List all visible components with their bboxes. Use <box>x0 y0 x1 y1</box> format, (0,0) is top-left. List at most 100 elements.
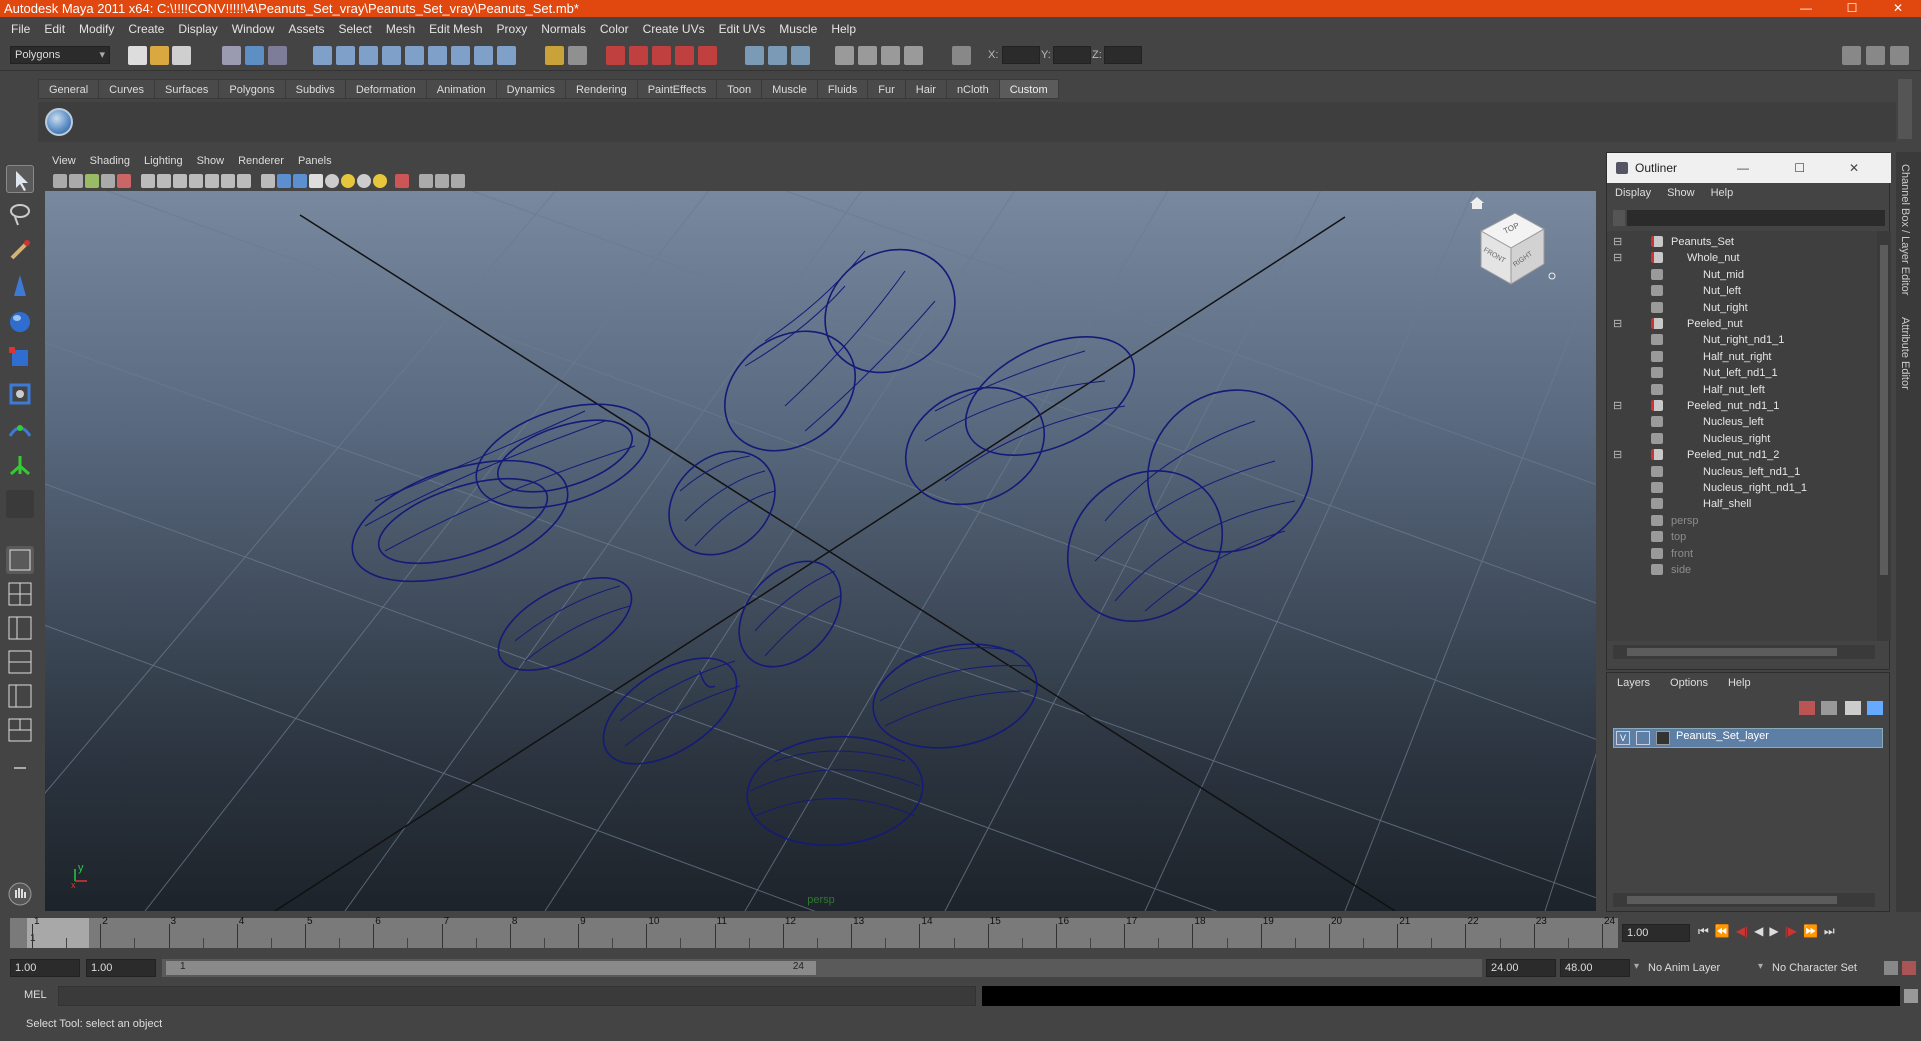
shelf-tab-general[interactable]: General <box>38 79 100 99</box>
menu-proxy[interactable]: Proxy <box>490 22 535 36</box>
viewport-menu-lighting[interactable]: Lighting <box>137 155 190 167</box>
outliner-minimize-button[interactable]: — <box>1737 153 1749 183</box>
outliner-item[interactable]: Nucleus_right <box>1703 430 1770 448</box>
scale-tool-icon[interactable] <box>6 344 34 372</box>
outliner-horizontal-scrollbar[interactable] <box>1613 645 1875 659</box>
outliner-item[interactable]: Nucleus_left <box>1703 413 1764 431</box>
command-input[interactable] <box>58 986 976 1006</box>
expand-collapse-icon[interactable]: ⊟ <box>1613 397 1622 415</box>
camera-attr-icon[interactable] <box>69 174 83 188</box>
peanut-whole-right-mid[interactable] <box>887 313 1153 527</box>
menu-normals[interactable]: Normals <box>534 22 593 36</box>
default-lighting-icon[interactable] <box>325 174 339 188</box>
layer-menu-help[interactable]: Help <box>1718 677 1761 689</box>
snap-mesh-icon[interactable] <box>451 46 470 65</box>
menu-modify[interactable]: Modify <box>72 22 121 36</box>
anim-start-input[interactable] <box>86 959 156 977</box>
anim-layer-dropdown-icon[interactable]: ▾ <box>1634 961 1639 972</box>
outliner-menu-display[interactable]: Display <box>1607 187 1659 199</box>
viewport-menu-view[interactable]: View <box>45 155 83 167</box>
outliner-item[interactable]: top <box>1671 528 1686 546</box>
layer-menu-layers[interactable]: Layers <box>1607 677 1660 689</box>
peanut-shell-half-left[interactable] <box>337 384 662 605</box>
textured-icon[interactable] <box>309 174 323 188</box>
outliner-item[interactable]: Peanuts_Set <box>1671 233 1734 251</box>
shelf-tab-hair[interactable]: Hair <box>904 79 947 99</box>
select-tool-icon[interactable] <box>6 165 34 193</box>
checkmark-shelf-icon[interactable] <box>45 108 73 136</box>
hand-icon[interactable] <box>6 880 34 908</box>
outliner-item[interactable]: Nut_mid <box>1703 266 1744 284</box>
shelf-tab-polygons[interactable]: Polygons <box>218 79 286 99</box>
viewcube[interactable]: TOP FRONT RIGHT <box>1470 197 1556 285</box>
outliner-item[interactable]: Whole_nut <box>1687 249 1740 267</box>
layer-visibility-toggle[interactable]: V <box>1616 731 1630 745</box>
select-object-icon[interactable] <box>245 46 264 65</box>
all-lights-icon[interactable] <box>341 174 355 188</box>
x-field[interactable] <box>1002 46 1040 64</box>
wireframe-on-shaded-icon[interactable] <box>293 174 307 188</box>
shelf-tab-fluids[interactable]: Fluids <box>816 79 869 99</box>
render-settings-icon[interactable] <box>652 46 671 65</box>
expand-collapse-icon[interactable]: ⊟ <box>1613 249 1622 267</box>
toggle-tool-settings-icon[interactable] <box>1890 46 1909 65</box>
ipr-render-icon[interactable] <box>629 46 648 65</box>
hud-icon[interactable] <box>858 46 877 65</box>
outliner-layout-icon[interactable] <box>6 682 34 710</box>
anim-prefs-icon[interactable] <box>1902 961 1916 975</box>
lock-icon[interactable] <box>545 46 564 65</box>
peanut-nucleus-center[interactable] <box>648 430 796 576</box>
outliner-item[interactable]: Nut_left_nd1_1 <box>1703 364 1778 382</box>
film-gate-icon[interactable] <box>157 174 171 188</box>
help-icon[interactable] <box>497 46 516 65</box>
menu-muscle[interactable]: Muscle <box>772 22 824 36</box>
outliner-item[interactable]: Half_nut_left <box>1703 381 1765 399</box>
snap-view-icon[interactable] <box>428 46 447 65</box>
menu-edit-uvs[interactable]: Edit UVs <box>712 22 773 36</box>
go-to-end-icon[interactable]: ⏭ <box>1824 924 1835 942</box>
outliner-item[interactable]: Peeled_nut_nd1_1 <box>1687 397 1779 415</box>
outliner-item[interactable]: Nut_left <box>1703 282 1741 300</box>
outliner-search-input[interactable] <box>1627 210 1885 226</box>
outliner-filter-icon[interactable] <box>1613 210 1625 226</box>
stacked-layout-icon[interactable] <box>6 648 34 676</box>
mode-select[interactable]: Polygons ▾ <box>10 46 110 64</box>
auto-key-icon[interactable] <box>1884 961 1898 975</box>
move-up-layer-icon[interactable] <box>1845 701 1861 715</box>
viewport-menu-shading[interactable]: Shading <box>83 155 137 167</box>
outliner-item[interactable]: Half_nut_right <box>1703 348 1772 366</box>
shelf-tab-custom[interactable]: Custom <box>998 79 1059 99</box>
hypershade-icon[interactable] <box>675 46 694 65</box>
shelf-tab-deformation[interactable]: Deformation <box>344 79 427 99</box>
snap-point-icon[interactable] <box>359 46 378 65</box>
paint-select-icon[interactable] <box>6 236 34 264</box>
xray-icon[interactable] <box>419 174 433 188</box>
lasso-tool-icon[interactable] <box>6 200 34 228</box>
shadows-icon[interactable] <box>357 174 371 188</box>
peanut-whole-top[interactable] <box>702 224 979 475</box>
bookmark-icon[interactable] <box>85 174 99 188</box>
move-down-layer-icon[interactable] <box>1867 701 1883 715</box>
shelf-tab-subdivs[interactable]: Subdivs <box>284 79 346 99</box>
layer-color-swatch[interactable] <box>1656 731 1670 745</box>
go-to-start-icon[interactable]: ⏮ <box>1698 924 1709 942</box>
move-tool-icon[interactable] <box>6 272 34 300</box>
end-time-input[interactable] <box>1486 959 1556 977</box>
expand-collapse-icon[interactable]: ⊟ <box>1613 446 1622 464</box>
tool-settings-toggle-icon[interactable] <box>768 46 787 65</box>
menu-color[interactable]: Color <box>593 22 636 36</box>
use-lights-icon[interactable] <box>373 174 387 188</box>
save-scene-icon[interactable] <box>172 46 191 65</box>
outliner-item[interactable]: side <box>1671 561 1691 579</box>
time-slider[interactable]: 1 12345678910111213141516171819202122232… <box>10 916 1618 948</box>
menu-select[interactable]: Select <box>331 22 378 36</box>
outliner-menu-show[interactable]: Show <box>1659 187 1703 199</box>
step-forward-frame-icon[interactable]: |▶ <box>1785 924 1797 942</box>
start-time-input[interactable] <box>10 959 80 977</box>
outliner-item[interactable]: Nucleus_right_nd1_1 <box>1703 479 1807 497</box>
camera-icon[interactable] <box>835 46 854 65</box>
snap-ortho-icon[interactable] <box>474 46 493 65</box>
range-slider[interactable]: 1 24 <box>162 959 1482 977</box>
universal-manip-icon[interactable] <box>6 380 34 408</box>
menu-assets[interactable]: Assets <box>281 22 331 36</box>
